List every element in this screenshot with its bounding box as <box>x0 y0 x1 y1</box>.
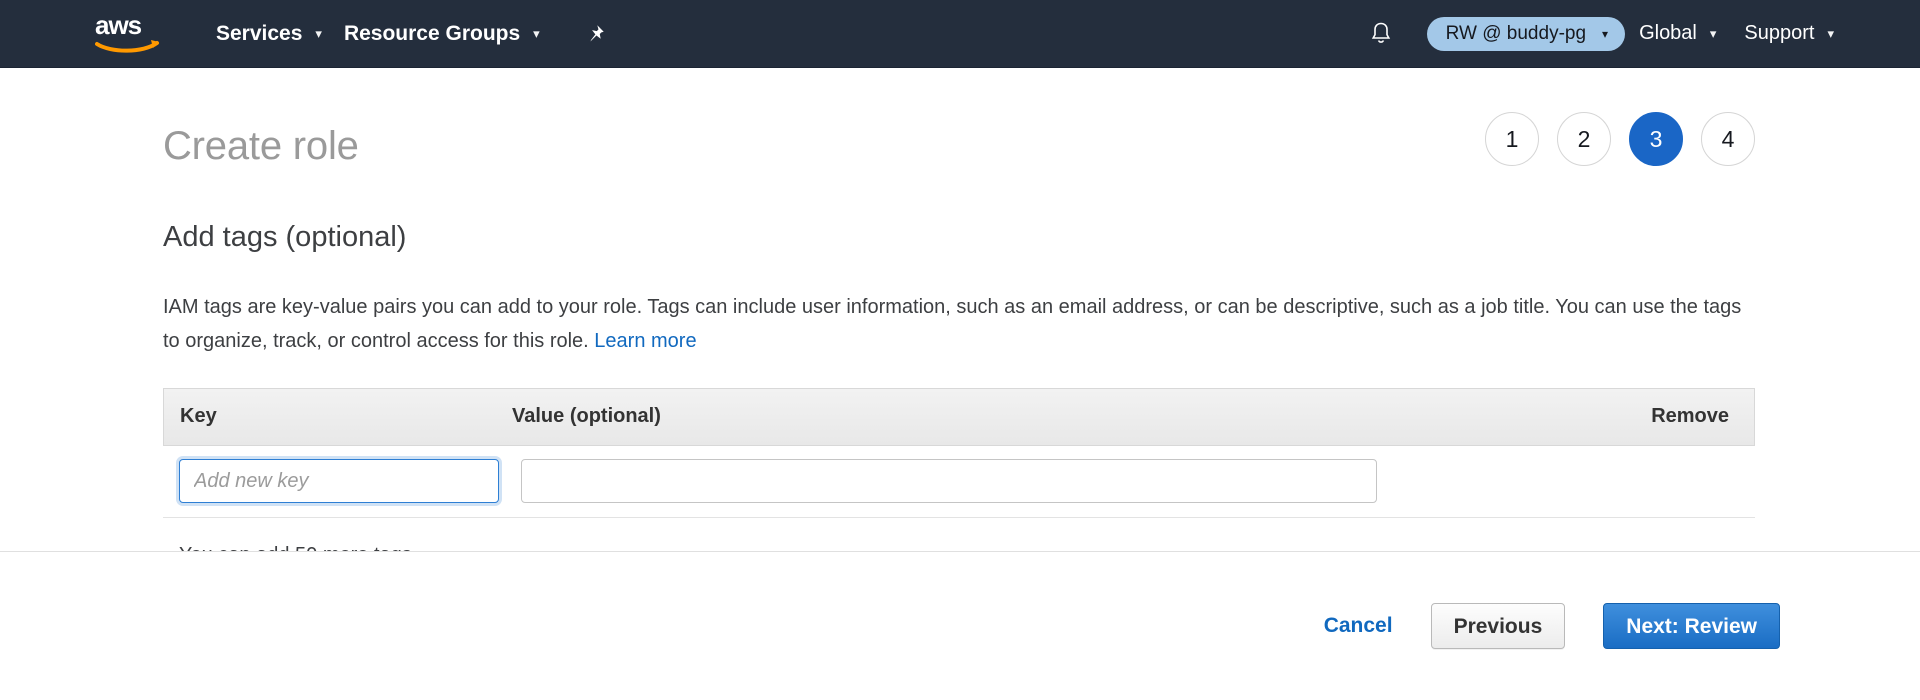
section-heading: Add tags (optional) <box>163 220 407 253</box>
previous-button[interactable]: Previous <box>1430 603 1566 649</box>
tag-value-input[interactable] <box>521 459 1377 504</box>
step-1[interactable]: 1 <box>1485 112 1539 166</box>
nav-item-services[interactable]: Services ▾ <box>205 0 333 67</box>
page-body: Create role 1 2 3 4 Add tags (optional) … <box>0 69 1920 620</box>
cancel-button[interactable]: Cancel <box>1324 614 1393 638</box>
pushpin-icon[interactable] <box>579 0 611 67</box>
learn-more-link[interactable]: Learn more <box>594 330 696 352</box>
nav-left-group: aws Services ▾ Resource Groups ▾ <box>0 0 611 67</box>
chevron-down-icon: ▾ <box>315 25 322 41</box>
nav-item-resource-groups-label: Resource Groups <box>343 21 521 45</box>
step-4-label: 4 <box>1721 125 1735 152</box>
footer-actions: Cancel Previous Next: Review <box>0 552 1920 700</box>
chevron-down-icon: ▾ <box>1709 25 1717 41</box>
column-header-remove: Remove <box>1651 405 1729 428</box>
nav-right-group: RW @ buddy-pg ▾ Global ▾ Support ▾ <box>1359 0 1920 67</box>
next-review-button[interactable]: Next: Review <box>1603 603 1780 649</box>
content-container: Create role 1 2 3 4 Add tags (optional) … <box>0 69 1920 567</box>
region-selector[interactable]: Global ▾ <box>1625 0 1730 67</box>
chevron-down-icon: ▾ <box>1602 26 1609 41</box>
nav-item-resource-groups[interactable]: Resource Groups ▾ <box>333 0 551 67</box>
nav-item-services-label: Services <box>216 21 303 45</box>
svg-text:aws: aws <box>95 12 142 40</box>
tag-key-input[interactable] <box>179 459 499 504</box>
tags-table-header: Key Value (optional) Remove <box>163 387 1755 446</box>
column-header-value: Value (optional) <box>512 405 661 428</box>
table-row <box>163 446 1755 518</box>
account-menu-button[interactable]: RW @ buddy-pg ▾ <box>1426 16 1626 51</box>
description-text: IAM tags are key-value pairs you can add… <box>163 290 1758 358</box>
chevron-down-icon: ▾ <box>1827 25 1834 41</box>
column-header-key: Key <box>180 405 217 428</box>
support-menu[interactable]: Support ▾ <box>1730 0 1848 67</box>
top-navigation-bar: aws Services ▾ Resource Groups ▾ RW @ bu… <box>0 0 1920 68</box>
step-3[interactable]: 3 <box>1629 112 1683 166</box>
step-2-label: 2 <box>1577 125 1591 152</box>
aws-logo[interactable]: aws <box>95 12 167 56</box>
description-body: IAM tags are key-value pairs you can add… <box>163 295 1742 352</box>
chevron-down-icon: ▾ <box>533 25 540 41</box>
notifications-bell-icon[interactable] <box>1359 0 1403 67</box>
step-indicator: 1 2 3 4 <box>1485 112 1755 166</box>
support-menu-label: Support <box>1744 22 1815 44</box>
tags-table: Key Value (optional) Remove <box>163 387 1755 518</box>
step-3-label: 3 <box>1649 125 1663 152</box>
page-title: Create role <box>163 123 359 168</box>
region-selector-label: Global <box>1639 22 1697 44</box>
account-menu-label: RW @ buddy-pg <box>1445 22 1587 44</box>
step-2[interactable]: 2 <box>1557 112 1611 166</box>
step-1-label: 1 <box>1505 125 1519 152</box>
step-4[interactable]: 4 <box>1701 112 1755 166</box>
